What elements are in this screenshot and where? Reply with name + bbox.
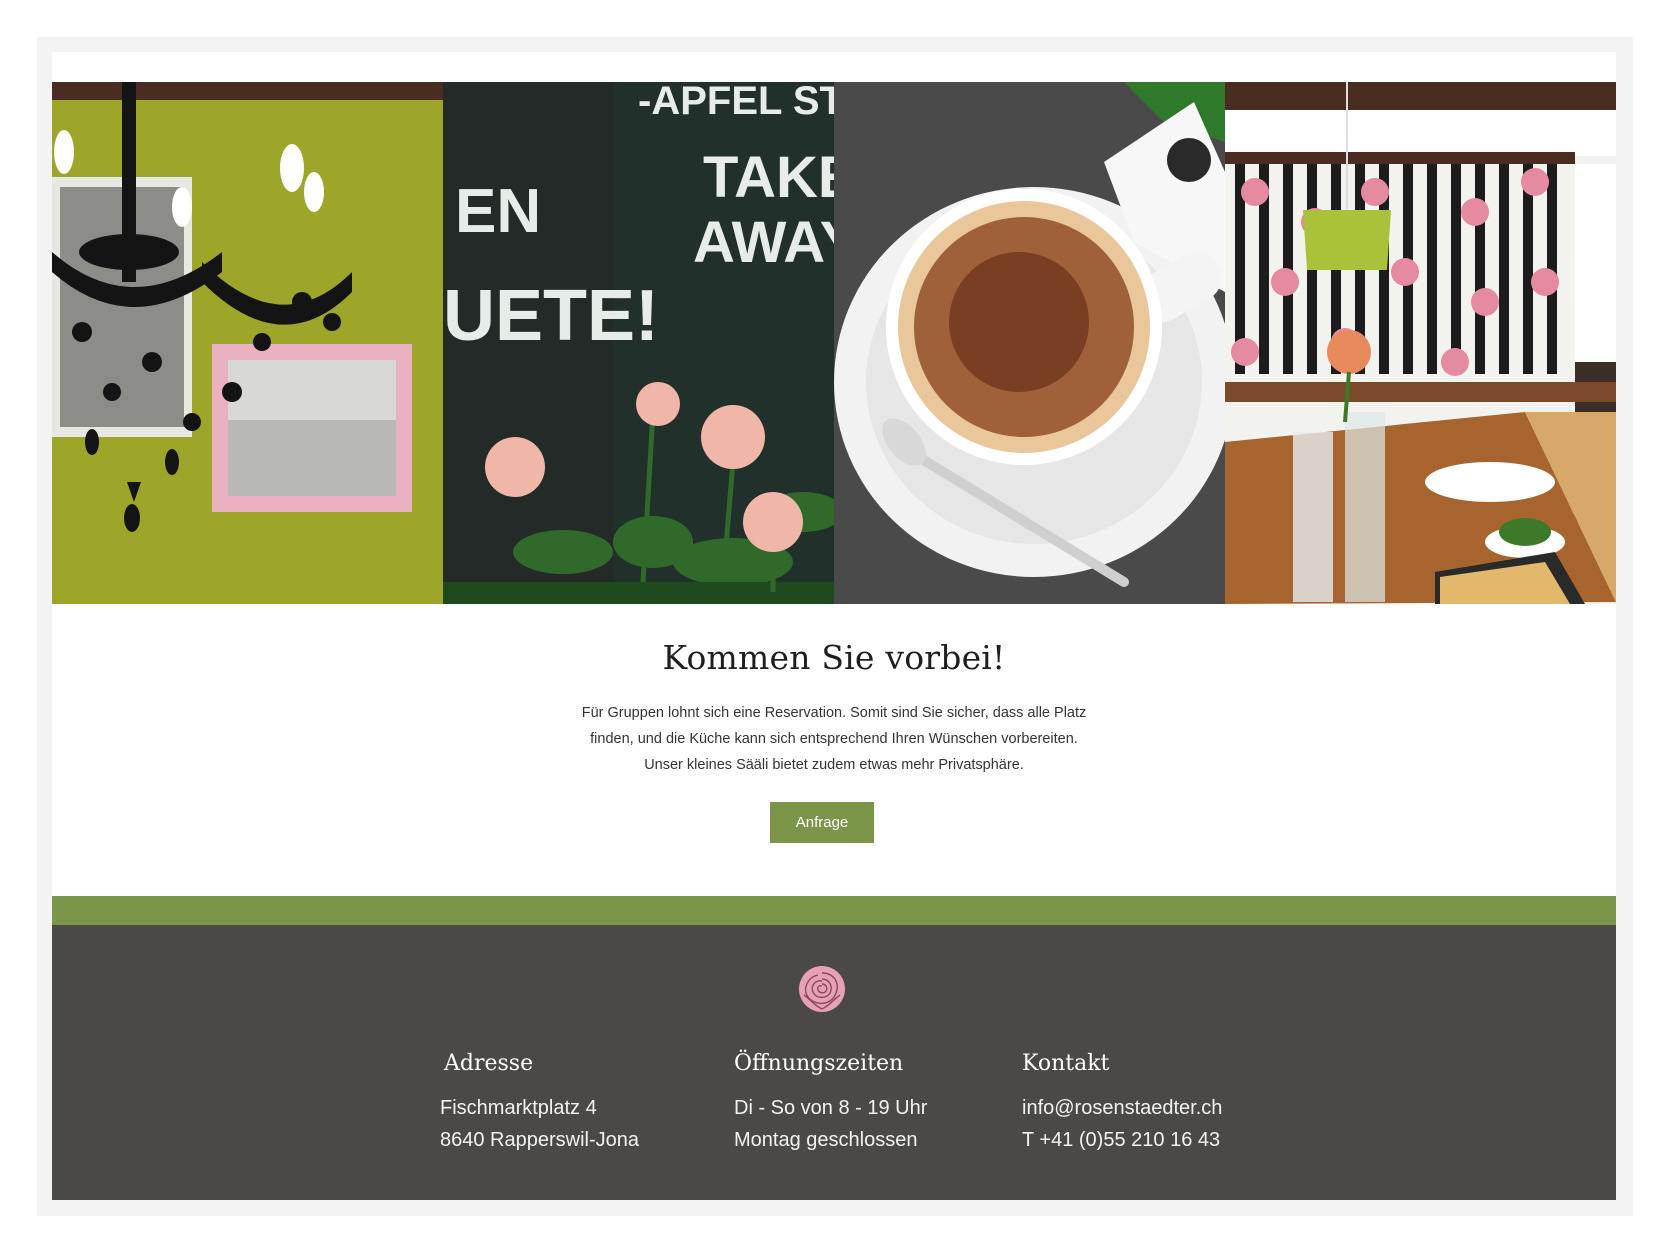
footer-hours: Öffnungszeiten Di - So von 8 - 19 Uhr Mo… — [734, 1051, 927, 1152]
anfrage-button[interactable]: Anfrage — [770, 802, 874, 843]
chalkboard-roses-photo: -APFEL STRU EN UETE! TAKE AWAY ! — [443, 82, 834, 604]
footer-address-title: Adresse — [444, 1051, 534, 1076]
cta-line: finden, und die Küche kann sich entsprec… — [590, 731, 1078, 747]
chalk-apfel: -APFEL STRU — [638, 82, 834, 123]
address-street: Fischmarktplatz 4 — [440, 1097, 597, 1119]
hours-closed: Montag geschlossen — [734, 1129, 918, 1151]
cta-heading: Kommen Sie vorbei! — [662, 638, 1006, 677]
address-city: 8640 Rapperswil-Jona — [440, 1129, 640, 1151]
chalk-away: AWAY ! — [693, 210, 834, 275]
chalk-take: TAKE — [703, 145, 834, 210]
footer: Adresse Fischmarktplatz 4 8640 Rapperswi… — [52, 925, 1616, 1200]
chalk-uete: UETE! — [443, 276, 659, 356]
photo-gallery: -APFEL STRU EN UETE! TAKE AWAY ! — [52, 82, 1616, 604]
cta-section: Kommen Sie vorbei! Für Gruppen lohnt sic… — [52, 604, 1616, 896]
contact-email-link[interactable]: info@rosenstaedter.ch — [1022, 1097, 1222, 1120]
cappuccino-photo — [834, 82, 1225, 604]
footer-contact-title: Kontakt — [1022, 1051, 1110, 1076]
hours-open: Di - So von 8 - 19 Uhr — [734, 1097, 928, 1119]
rose-icon — [798, 965, 846, 1013]
dining-room-photo — [1225, 82, 1616, 604]
cta-line: Unser kleines Sääli bietet zudem etwas m… — [644, 757, 1024, 773]
page-content: -APFEL STRU EN UETE! TAKE AWAY ! — [52, 52, 1616, 1200]
footer-contact: Kontakt info@rosenstaedter.ch T +41 (0)5… — [1022, 1051, 1222, 1152]
chalk-en: EN — [455, 177, 541, 246]
cta-line: Für Gruppen lohnt sich eine Reservation.… — [581, 705, 1087, 721]
footer-address: Adresse Fischmarktplatz 4 8640 Rapperswi… — [440, 1051, 639, 1152]
chandelier-photo — [52, 82, 443, 604]
contact-phone-link[interactable]: T +41 (0)55 210 16 43 — [1022, 1129, 1222, 1152]
footer-hours-title: Öffnungszeiten — [734, 1051, 904, 1076]
cta-description: Für Gruppen lohnt sich eine Reservation.… — [52, 700, 1616, 778]
footer-accent-band — [52, 896, 1616, 925]
